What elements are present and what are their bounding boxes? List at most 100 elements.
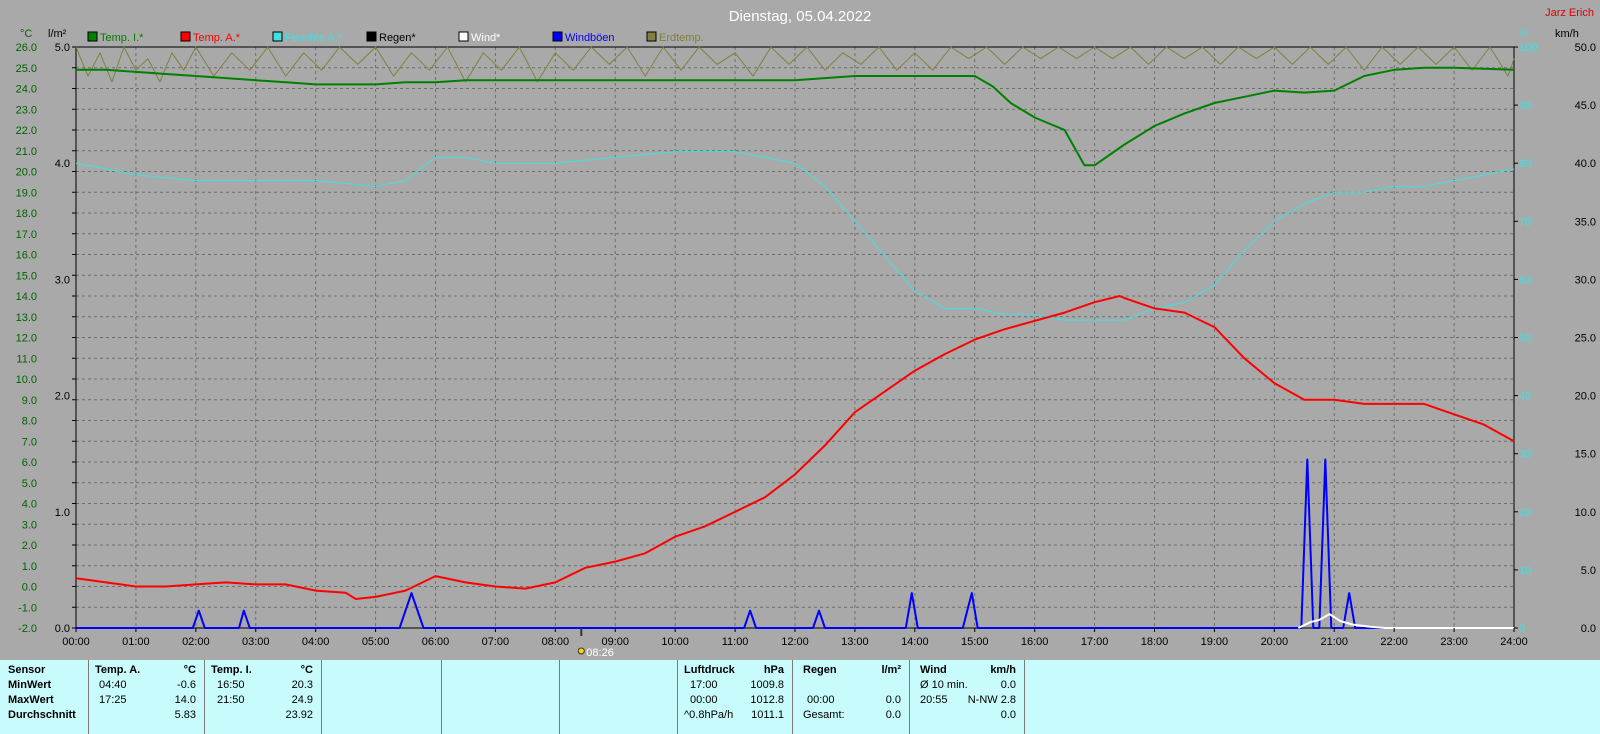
time-tick-label: 00:00 [62, 636, 90, 648]
wind-tick-label: 50.0 [1575, 42, 1596, 54]
temp-tick-label: 24.0 [16, 84, 37, 96]
wind-tick-label: 25.0 [1575, 333, 1596, 345]
unit-rain: l/m² [48, 28, 67, 40]
temp-tick-label: 19.0 [16, 187, 37, 199]
unit-temp: °C [20, 28, 32, 40]
temp-tick-label: 10.0 [16, 374, 37, 386]
time-tick-label: 03:00 [242, 636, 270, 648]
temp-tick-label: 16.0 [16, 250, 37, 262]
humidity-tick-label: 0 [1519, 623, 1525, 635]
temp-i-min-value: 20.3 [291, 679, 313, 691]
wind-tick-label: 10.0 [1575, 507, 1596, 519]
legend-label: Temp. A.* [193, 32, 241, 44]
temp-tick-label: 20.0 [16, 167, 37, 179]
unit-wind: km/h [1555, 28, 1579, 40]
temp-tick-label: 17.0 [16, 229, 37, 241]
wind-avg-value: 0.0 [1000, 679, 1016, 691]
wind-avg-label: Ø 10 min. [920, 679, 968, 691]
time-tick-label: 02:00 [182, 636, 210, 648]
temp-a-max-value: 14.0 [174, 694, 196, 706]
stats-rain-col: Regen l/m² 00:00 0.0 Gesamt: 0.0 [793, 660, 910, 734]
time-tick-label: 06:00 [422, 636, 450, 648]
temp-tick-label: 11.0 [16, 353, 37, 365]
wind-tick-label: 35.0 [1575, 216, 1596, 228]
wind-tick-label: 0.0 [1581, 623, 1596, 635]
legend-label: Temp. I.* [100, 32, 144, 44]
time-tick-label: 13:00 [841, 636, 869, 648]
wind-unit: km/h [990, 664, 1016, 676]
wind-tick-label: 45.0 [1575, 100, 1596, 112]
rain-header: Regen [803, 664, 837, 676]
legend-item: Temp. A.* [180, 31, 241, 44]
temp-tick-label: 25.0 [16, 63, 37, 75]
time-marker-label: 08:26 [586, 647, 614, 659]
temp-tick-label: 7.0 [22, 436, 37, 448]
rain-total-label: Gesamt: [803, 709, 845, 721]
time-tick-label: 17:00 [1081, 636, 1109, 648]
rain-time: 00:00 [807, 694, 835, 706]
stats-empty-col [322, 660, 442, 734]
temp-tick-label: 3.0 [22, 519, 37, 531]
temp-i-max-time: 21:50 [217, 694, 245, 706]
rain-tick-label: 4.0 [55, 158, 70, 170]
wind-tick-label: 15.0 [1575, 449, 1596, 461]
wind-max-time: 20:55 [920, 694, 948, 706]
time-tick-label: 12:00 [781, 636, 809, 648]
temp-tick-label: 18.0 [16, 208, 37, 220]
stats-pressure-col: Luftdruck hPa 17:00 1009.8 00:00 1012.8 … [678, 660, 793, 734]
temp-tick-label: 5.0 [22, 478, 37, 490]
temp-i-avg-value: 23.92 [285, 709, 313, 721]
temp-tick-label: 15.0 [16, 270, 37, 282]
stats-row-label: MinWert [8, 679, 52, 691]
rain-value: 0.0 [885, 694, 901, 706]
temp-tick-label: 12.0 [16, 333, 37, 345]
unit-humidity: % [1519, 28, 1529, 40]
rain-total-value: 0.0 [885, 709, 901, 721]
humidity-tick-label: 100 [1519, 42, 1537, 54]
humidity-tick-label: 20 [1519, 507, 1531, 519]
rain-tick-label: 1.0 [55, 507, 70, 519]
time-tick-label: 01:00 [122, 636, 150, 648]
time-tick-label: 18:00 [1141, 636, 1169, 648]
humidity-tick-label: 70 [1519, 216, 1531, 228]
humidity-tick-label: 10 [1519, 565, 1531, 577]
stats-panel: Sensor MinWert MaxWert Durchschnitt Temp… [0, 660, 1600, 734]
legend-swatch [180, 31, 191, 42]
temp-tick-label: 22.0 [16, 125, 37, 137]
chart-title: Dienstag, 05.04.2022 [729, 8, 872, 25]
legend-label: Wind* [471, 32, 501, 44]
rain-tick-label: 0.0 [55, 623, 70, 635]
sun-icon [577, 647, 585, 655]
stats-row-label: MaxWert [8, 694, 54, 706]
temp-tick-label: 23.0 [16, 104, 37, 116]
humidity-tick-label: 30 [1519, 449, 1531, 461]
time-tick-label: 14:00 [901, 636, 929, 648]
humidity-tick-label: 50 [1519, 333, 1531, 345]
temp-tick-label: 8.0 [22, 416, 37, 428]
stats-sensor-header: Sensor [8, 664, 46, 676]
time-tick-label: 11:00 [722, 636, 749, 648]
temp-tick-label: 0.0 [22, 582, 37, 594]
temp-tick-label: 2.0 [22, 540, 37, 552]
wind-tick-label: 40.0 [1575, 158, 1596, 170]
wind-max-value: N-NW 2.8 [967, 694, 1016, 706]
stats-row-label: Durchschnitt [8, 709, 76, 721]
pressure-header: Luftdruck [684, 664, 735, 676]
temp-a-min-time: 04:40 [99, 679, 127, 691]
legend-item: Feuchte A.* [272, 31, 343, 44]
pressure-max-value: 1012.8 [750, 694, 784, 706]
pressure-unit: hPa [763, 664, 784, 676]
temp-a-max-time: 17:25 [99, 694, 127, 706]
temp-tick-label: 26.0 [16, 42, 37, 54]
temp-i-unit: °C [300, 664, 313, 676]
wind-header: Wind [920, 664, 947, 676]
weather-chart: 26.0 25.0 24.0 23.0 22.0 21.0 20.0 19.0 18.0 17.0… [16, 7, 1596, 659]
humidity-tick-label: 90 [1519, 100, 1531, 112]
stats-empty-col [442, 660, 560, 734]
legend-item: Regen* [366, 31, 416, 44]
legend-swatch [458, 31, 469, 42]
time-tick-label: 07:00 [482, 636, 510, 648]
time-tick-label: 16:00 [1021, 636, 1049, 648]
legend: Temp. I.* Temp. A.* Feuchte A.* Regen* Wind*… [87, 31, 704, 44]
legend-item: Temp. I.* [87, 31, 144, 44]
